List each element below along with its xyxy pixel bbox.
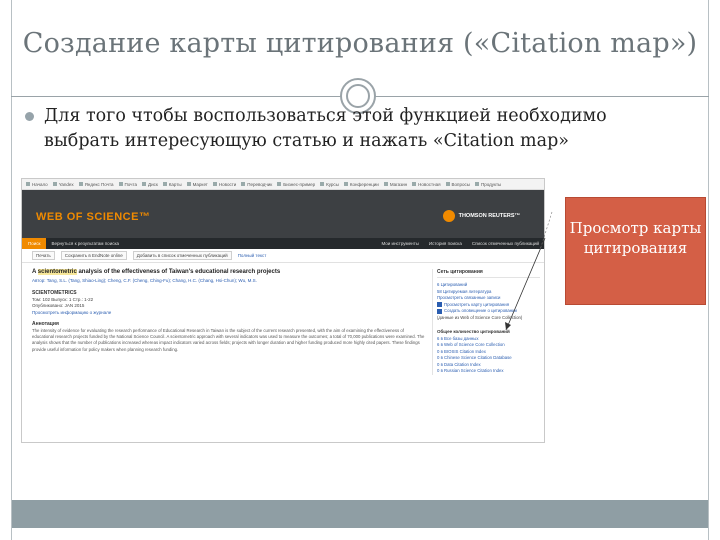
alert-icon xyxy=(437,308,442,314)
abstract-heading: Аннотация xyxy=(32,321,59,327)
nav-search-history[interactable]: История поиска xyxy=(424,241,467,246)
citation-network-heading: Сеть цитирования xyxy=(437,269,540,278)
nav-my-tools[interactable]: Мои инструменты xyxy=(376,241,423,246)
wos-screenshot: Начало Yandex Яндекс Почта Почта Диск Ка… xyxy=(21,178,545,443)
bookmark-item[interactable]: Бизнес-пример xyxy=(277,182,315,187)
bookmark-icon xyxy=(474,182,479,186)
print-button[interactable]: Печать xyxy=(32,251,55,260)
slide-frame-left xyxy=(11,0,12,540)
abstract-text: The intensity of evidence for evaluating… xyxy=(32,328,425,352)
bookmark-icon xyxy=(212,182,217,186)
slide-frame-right xyxy=(708,0,709,540)
bookmark-icon xyxy=(142,182,147,186)
bookmark-icon xyxy=(26,182,30,186)
bookmark-item[interactable]: Начало xyxy=(26,182,48,187)
article-title: A scientometric analysis of the effectiv… xyxy=(32,269,281,275)
bookmark-icon xyxy=(162,182,167,186)
bookmark-item[interactable]: Yandex xyxy=(52,182,74,187)
article-authors[interactable]: Автор: Tang, S.L. (Tang, Shiao-Ling); Ch… xyxy=(32,278,427,285)
save-endnote-button[interactable]: Сохранить в EndNote online xyxy=(60,251,127,260)
bookmark-icon xyxy=(186,182,191,186)
wos-header: WEB OF SCIENCE™ THOMSON REUTERS™ xyxy=(22,190,544,238)
back-to-results-link[interactable]: Вернуться к результатам поиска xyxy=(46,241,124,246)
usage-line[interactable]: 0 в Russian Science Citation Index xyxy=(437,368,540,375)
bookmark-icon xyxy=(412,182,417,186)
bookmark-icon xyxy=(277,182,282,186)
bookmark-item[interactable]: Маркет xyxy=(186,182,208,187)
thomson-reuters-icon xyxy=(442,210,455,222)
bookmark-icon xyxy=(343,182,348,186)
add-to-marked-button[interactable]: Добавить в список отмеченных публикаций xyxy=(132,251,232,260)
bookmark-item[interactable]: Почта xyxy=(118,182,137,187)
bookmark-item[interactable]: Магазин xyxy=(383,182,407,187)
bookmark-icon xyxy=(241,182,246,186)
slide-title: Создание карты цитирования («Citation ma… xyxy=(22,28,698,59)
data-source-note: (данные из Web of Science Core Collectio… xyxy=(437,314,523,320)
bookmark-item[interactable]: Яндекс Почта xyxy=(78,182,114,187)
publisher-logo: THOMSON REUTERS™ xyxy=(442,210,520,222)
record-main-column: A scientometric analysis of the effectiv… xyxy=(32,269,427,353)
highlighted-term: scientometric xyxy=(37,269,77,275)
record-toolbar: Печать Сохранить в EndNote online Добави… xyxy=(22,249,544,263)
bullet-text: Для того чтобы воспользоваться этой функ… xyxy=(44,106,607,151)
bookmark-item[interactable]: Новостная xyxy=(412,182,441,187)
journal-name: SCIENTOMETRICS xyxy=(32,289,77,296)
citation-network-panel: Сеть цитирования 6 Цитирований 58 Цитиру… xyxy=(432,269,540,375)
bookmark-item[interactable]: Переводчик xyxy=(241,182,272,187)
citation-map-icon xyxy=(437,302,442,308)
wos-logo[interactable]: WEB OF SCIENCE™ xyxy=(36,211,150,223)
nav-marked-list[interactable]: Список отмеченных публикаций xyxy=(467,241,544,246)
bookmark-item[interactable]: Продукты xyxy=(474,182,501,187)
full-text-link[interactable]: Полный текст xyxy=(238,253,267,258)
callout-box: Просмотр карты цитирования xyxy=(565,197,706,305)
bookmark-icon xyxy=(52,182,57,186)
bookmark-item[interactable]: Вопросы xyxy=(445,182,470,187)
view-journal-link[interactable]: Просмотреть информацию о журнале xyxy=(32,310,427,317)
bookmark-item[interactable]: Карты xyxy=(162,182,182,187)
nav-search-tab[interactable]: Поиск xyxy=(22,238,47,249)
bullet-marker xyxy=(25,112,34,121)
bookmark-item[interactable]: Курсы xyxy=(320,182,339,187)
bookmark-item[interactable]: Новости xyxy=(212,182,236,187)
slide-footer-bar xyxy=(12,500,708,528)
bookmark-icon xyxy=(320,182,325,186)
bookmark-icon xyxy=(383,182,388,186)
bookmarks-bar: Начало Yandex Яндекс Почта Почта Диск Ка… xyxy=(22,179,544,190)
wos-nav-bar: Поиск Вернуться к результатам поиска Мои… xyxy=(22,238,544,249)
bookmark-item[interactable]: Конференции xyxy=(343,182,379,187)
bookmark-item[interactable]: Диск xyxy=(142,182,158,187)
bookmark-icon xyxy=(118,182,123,186)
bookmark-icon xyxy=(445,182,450,186)
bookmark-icon xyxy=(78,182,83,186)
